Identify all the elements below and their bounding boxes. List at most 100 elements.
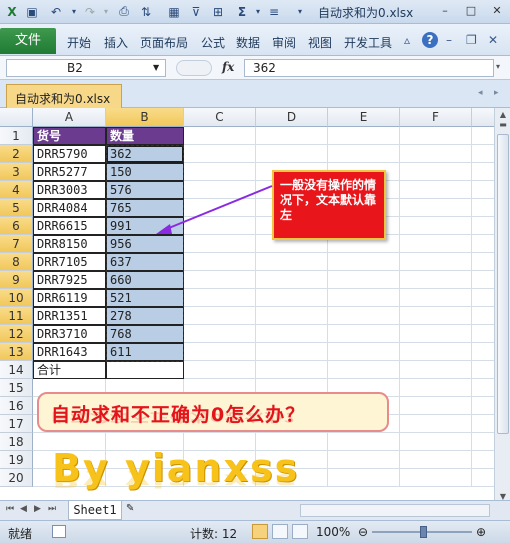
insert-function-icon[interactable]: fx bbox=[222, 60, 234, 74]
empty-cell[interactable] bbox=[400, 181, 472, 199]
row-header-10[interactable]: 10 bbox=[0, 289, 33, 307]
item-no-cell[interactable]: DRR5277 bbox=[33, 163, 106, 181]
empty-cell[interactable] bbox=[256, 361, 328, 379]
split-box-icon[interactable]: ▬ bbox=[495, 120, 510, 134]
column-header-g[interactable] bbox=[472, 108, 494, 127]
undo-dropdown-icon[interactable]: ▾ bbox=[66, 3, 82, 20]
empty-cell[interactable] bbox=[328, 127, 400, 145]
item-no-cell[interactable]: DRR1351 bbox=[33, 307, 106, 325]
empty-cell[interactable] bbox=[472, 217, 494, 235]
column-header-c[interactable]: C bbox=[184, 108, 256, 127]
empty-cell[interactable] bbox=[400, 397, 472, 415]
empty-cell[interactable] bbox=[472, 343, 494, 361]
empty-cell[interactable] bbox=[400, 415, 472, 433]
close-button[interactable]: ✕ bbox=[488, 4, 506, 19]
borders-icon[interactable]: ⊞ bbox=[210, 3, 226, 20]
empty-cell[interactable] bbox=[184, 253, 256, 271]
empty-cell[interactable] bbox=[400, 379, 472, 397]
empty-cell[interactable] bbox=[400, 469, 472, 487]
empty-cell[interactable] bbox=[184, 145, 256, 163]
empty-cell[interactable] bbox=[472, 451, 494, 469]
tab-view[interactable]: 视图 bbox=[308, 34, 332, 51]
tab-page-layout[interactable]: 页面布局 bbox=[140, 34, 188, 51]
empty-cell[interactable] bbox=[472, 235, 494, 253]
formula-bar-grip[interactable] bbox=[176, 60, 212, 76]
horizontal-scrollbar[interactable] bbox=[300, 504, 490, 517]
empty-cell[interactable] bbox=[328, 343, 400, 361]
row-header-16[interactable]: 16 bbox=[0, 397, 33, 415]
row-header-11[interactable]: 11 bbox=[0, 307, 33, 325]
zoom-level[interactable]: 100% bbox=[316, 525, 350, 539]
empty-cell[interactable] bbox=[400, 199, 472, 217]
formula-input[interactable]: 362 bbox=[244, 59, 494, 77]
first-sheet-icon[interactable]: ⏮ bbox=[6, 504, 14, 514]
workbook-tab[interactable]: 自动求和为0.xlsx bbox=[6, 84, 122, 108]
align-icon[interactable]: ≡ bbox=[266, 3, 282, 20]
vertical-scrollbar[interactable]: ▲ ▬ ▼ bbox=[494, 108, 510, 508]
empty-cell[interactable] bbox=[184, 361, 256, 379]
ribbon-close-icon[interactable]: ✕ bbox=[488, 33, 498, 47]
zoom-in-icon[interactable]: ⊕ bbox=[476, 525, 486, 539]
empty-cell[interactable] bbox=[400, 163, 472, 181]
empty-cell[interactable] bbox=[400, 271, 472, 289]
quantity-cell[interactable]: 362 bbox=[106, 145, 184, 163]
empty-cell[interactable] bbox=[256, 289, 328, 307]
empty-cell[interactable] bbox=[328, 361, 400, 379]
customize-icon[interactable]: ▾ bbox=[292, 3, 308, 20]
row-header-9[interactable]: 9 bbox=[0, 271, 33, 289]
empty-cell[interactable] bbox=[256, 343, 328, 361]
tab-home[interactable]: 开始 bbox=[67, 34, 91, 51]
print-preview-icon[interactable]: ⎙ bbox=[116, 3, 132, 20]
macro-record-icon[interactable] bbox=[52, 525, 66, 538]
empty-cell[interactable] bbox=[472, 271, 494, 289]
row-header-12[interactable]: 12 bbox=[0, 325, 33, 343]
next-sheet-icon[interactable]: ▶ bbox=[34, 504, 41, 514]
file-tab[interactable]: 文件 bbox=[0, 28, 56, 54]
insert-sheet-icon[interactable]: ✎ bbox=[126, 503, 146, 518]
empty-cell[interactable] bbox=[184, 343, 256, 361]
tab-review[interactable]: 审阅 bbox=[272, 34, 296, 51]
quantity-cell[interactable]: 521 bbox=[106, 289, 184, 307]
empty-cell[interactable] bbox=[328, 289, 400, 307]
empty-cell[interactable] bbox=[184, 325, 256, 343]
item-no-cell[interactable]: DRR4084 bbox=[33, 199, 106, 217]
ribbon-restore-icon[interactable]: ❐ bbox=[466, 33, 477, 47]
empty-cell[interactable] bbox=[184, 271, 256, 289]
redo-dropdown-icon[interactable]: ▾ bbox=[98, 3, 114, 20]
ribbon-min-icon[interactable]: – bbox=[446, 33, 452, 47]
empty-cell[interactable] bbox=[400, 361, 472, 379]
empty-cell[interactable] bbox=[328, 451, 400, 469]
item-no-cell[interactable]: DRR1643 bbox=[33, 343, 106, 361]
column-header-f[interactable]: F bbox=[400, 108, 472, 127]
column-header-b[interactable]: B bbox=[106, 108, 184, 127]
undo-icon[interactable]: ↶ bbox=[48, 3, 64, 20]
tab-developer[interactable]: 开发工具 bbox=[344, 34, 392, 51]
row-header-6[interactable]: 6 bbox=[0, 217, 33, 235]
row-header-2[interactable]: 2 bbox=[0, 145, 33, 163]
empty-cell[interactable] bbox=[472, 145, 494, 163]
autosum-icon[interactable]: Σ bbox=[234, 3, 250, 20]
empty-cell[interactable] bbox=[328, 307, 400, 325]
page-layout-view-icon[interactable] bbox=[272, 524, 288, 539]
row-header-3[interactable]: 3 bbox=[0, 163, 33, 181]
column-header-d[interactable]: D bbox=[256, 108, 328, 127]
empty-cell[interactable] bbox=[472, 199, 494, 217]
total-label-cell[interactable]: 合计 bbox=[33, 361, 106, 379]
empty-cell[interactable] bbox=[472, 325, 494, 343]
empty-cell[interactable] bbox=[256, 253, 328, 271]
tab-formulas[interactable]: 公式 bbox=[201, 34, 225, 51]
quantity-cell[interactable]: 660 bbox=[106, 271, 184, 289]
item-no-cell[interactable]: DRR5790 bbox=[33, 145, 106, 163]
last-sheet-icon[interactable]: ⏭ bbox=[48, 504, 56, 514]
filter-icon[interactable]: ⊽ bbox=[188, 3, 204, 20]
number-format-icon[interactable]: ▦ bbox=[166, 3, 182, 20]
empty-cell[interactable] bbox=[328, 145, 400, 163]
item-no-cell[interactable]: DRR3710 bbox=[33, 325, 106, 343]
empty-cell[interactable] bbox=[256, 271, 328, 289]
quantity-cell[interactable]: 611 bbox=[106, 343, 184, 361]
minimize-button[interactable]: – bbox=[436, 4, 454, 19]
page-break-view-icon[interactable] bbox=[292, 524, 308, 539]
item-no-cell[interactable]: DRR7925 bbox=[33, 271, 106, 289]
tab-scroll-left-icon[interactable]: ◂ bbox=[478, 88, 483, 98]
total-value-cell[interactable] bbox=[106, 361, 184, 379]
